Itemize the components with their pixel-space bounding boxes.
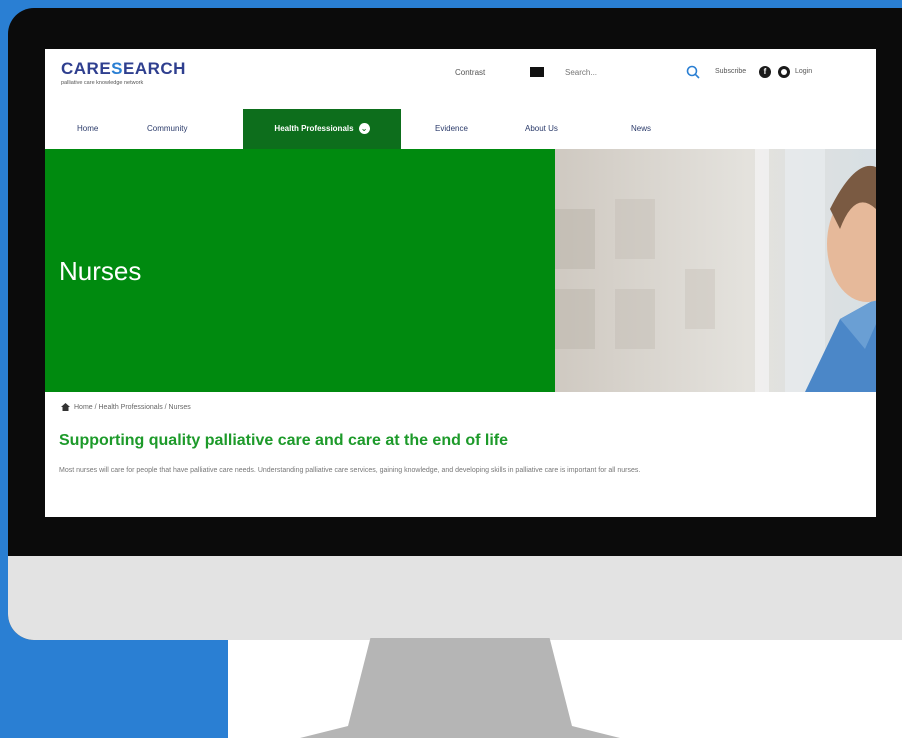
nav-item-health-professionals[interactable]: Health Professionals ⌄ (243, 109, 401, 149)
hero-banner: Nurses (45, 149, 876, 392)
user-icon[interactable] (778, 66, 790, 78)
page-title: Nurses (59, 256, 142, 286)
monitor-screen: CARESEARCH palliative care knowledge net… (45, 49, 876, 517)
breadcrumb: Home / Health Professionals / Nurses (61, 403, 191, 411)
nav-item-home[interactable]: Home (77, 109, 98, 149)
facebook-icon[interactable]: f (759, 66, 771, 78)
logo-tagline: palliative care knowledge network (61, 80, 144, 86)
site-header: CARESEARCH palliative care knowledge net… (45, 49, 876, 101)
search-box (565, 62, 700, 82)
search-icon[interactable] (685, 64, 701, 80)
nav-item-evidence[interactable]: Evidence (435, 109, 468, 149)
home-icon[interactable] (61, 403, 70, 411)
contrast-toggle[interactable] (530, 67, 544, 77)
section-heading: Supporting quality palliative care and c… (59, 432, 508, 449)
nav-item-news[interactable]: News (631, 109, 651, 149)
chevron-down-icon: ⌄ (358, 123, 370, 135)
logo-wordmark: CARESEARCH (61, 59, 186, 78)
hero-panel: Nurses (45, 149, 555, 392)
breadcrumb-trail[interactable]: Home / Health Professionals / Nurses (74, 404, 191, 411)
nurse-photo (555, 149, 876, 392)
nav-item-community[interactable]: Community (147, 109, 187, 149)
search-input[interactable] (565, 62, 675, 82)
contrast-label: Contrast (455, 68, 486, 77)
login-link[interactable]: Login (795, 68, 812, 75)
site-logo[interactable]: CARESEARCH palliative care knowledge net… (61, 59, 186, 86)
monitor-chin (8, 556, 902, 640)
subscribe-link[interactable]: Subscribe (715, 68, 746, 75)
nav-item-about-us[interactable]: About Us (525, 109, 558, 149)
main-nav: Home Community Health Professionals ⌄ Evi… (45, 109, 876, 149)
hero-photo-nurse (555, 149, 876, 392)
nav-item-label: Health Professionals (274, 124, 354, 133)
intro-paragraph: Most nurses will care for people that ha… (59, 467, 641, 474)
